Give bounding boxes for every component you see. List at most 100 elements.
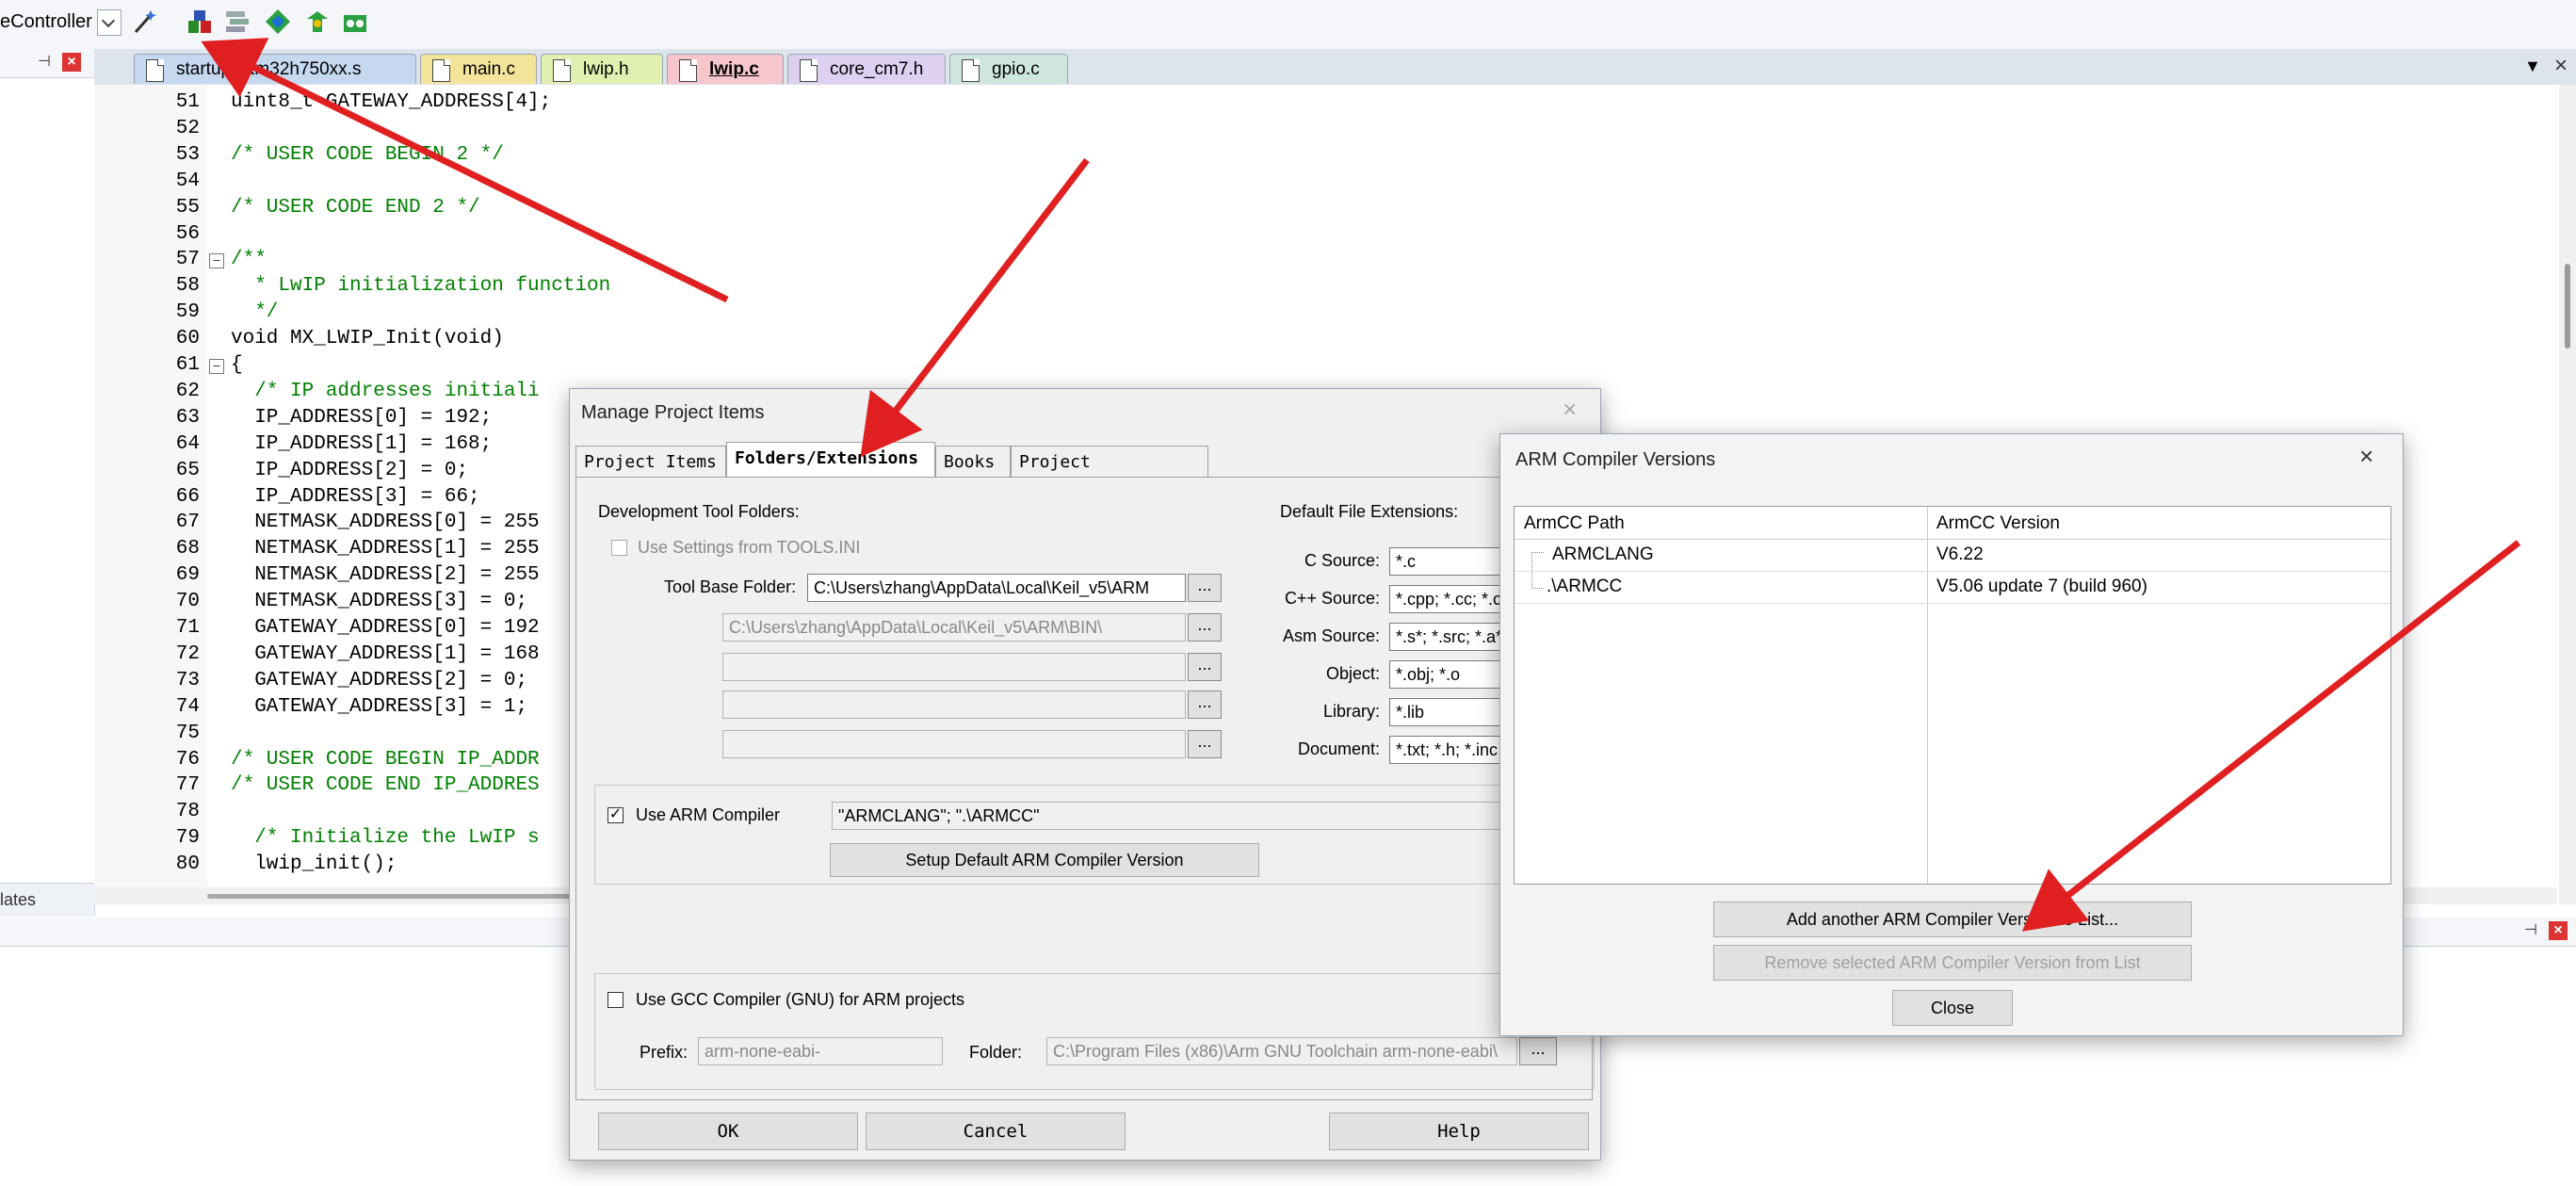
ext-label: C Source:: [1304, 551, 1380, 570]
close-icon[interactable]: ×: [62, 53, 81, 72]
close-button[interactable]: Close: [1892, 990, 2013, 1026]
close-tab-icon[interactable]: ×: [2554, 53, 2568, 79]
vertical-scrollbar[interactable]: [2559, 85, 2576, 904]
tab-file[interactable]: lwip.h: [541, 54, 663, 84]
fold-toggle-icon[interactable]: −: [209, 359, 224, 374]
use-arm-compiler-label: Use ARM Compiler: [636, 805, 781, 824]
code-line[interactable]: /**: [231, 249, 267, 270]
ext-label: Asm Source:: [1282, 626, 1380, 645]
project-target-select[interactable]: eController: [0, 11, 92, 33]
run-time-environment-icon[interactable]: [341, 8, 369, 36]
line-number: 67: [175, 512, 200, 534]
batch-setup-icon[interactable]: [223, 8, 251, 36]
use-settings-checkbox[interactable]: [611, 540, 627, 556]
code-line[interactable]: GATEWAY_ADDRESS[3] = 1;: [231, 696, 527, 718]
remove-arm-compiler-button[interactable]: Remove selected ARM Compiler Version fro…: [1713, 945, 2192, 981]
ok-button[interactable]: OK: [598, 1113, 858, 1150]
arm-compiler-value: "ARMCLANG"; ".\ARMCC": [832, 802, 1585, 830]
tab-file[interactable]: core_cm7.h: [787, 54, 946, 84]
prefix-input[interactable]: arm-none-eabi-: [698, 1037, 943, 1065]
pin-icon[interactable]: ⊣: [38, 55, 51, 70]
line-number: 69: [175, 564, 200, 587]
regfile-browse-button[interactable]: ...: [1188, 730, 1222, 758]
code-line[interactable]: */: [231, 301, 278, 323]
bin-input[interactable]: C:\Users\zhang\AppData\Local\Keil_v5\ARM…: [722, 613, 1186, 642]
tab-file[interactable]: lwip.c: [667, 54, 784, 84]
ext-label: Document:: [1297, 739, 1380, 758]
inc-browse-button[interactable]: ...: [1188, 653, 1222, 681]
help-button[interactable]: Help: [1329, 1113, 1589, 1150]
select-software-packs-icon[interactable]: [303, 8, 332, 36]
pack-installer-icon[interactable]: [264, 8, 292, 36]
table-row[interactable]: .\ARMCC V5.06 update 7 (build 960): [1515, 571, 2390, 604]
code-line[interactable]: GATEWAY_ADDRESS[1] = 168: [231, 643, 539, 665]
file-icon: [800, 59, 818, 82]
code-line[interactable]: GATEWAY_ADDRESS[0] = 192: [231, 617, 539, 639]
bin-browse-button[interactable]: ...: [1188, 613, 1222, 642]
tab-folders-extensions[interactable]: Folders/Extensions: [726, 442, 935, 478]
code-line[interactable]: /* USER CODE END 2 */: [231, 197, 480, 219]
panel-tab-label: lates: [0, 890, 37, 909]
code-line[interactable]: /* Initialize the LwIP s: [231, 827, 539, 849]
code-line[interactable]: void MX_LWIP_Init(void): [231, 328, 504, 349]
code-line[interactable]: NETMASK_ADDRESS[1] = 255: [231, 538, 539, 560]
code-line[interactable]: {: [231, 354, 243, 376]
use-gcc-checkbox[interactable]: [608, 992, 624, 1008]
vertical-scroll-thumb[interactable]: [2565, 264, 2570, 349]
close-icon[interactable]: ×: [2549, 921, 2568, 940]
line-number: 66: [175, 485, 200, 508]
code-line[interactable]: /* IP addresses initiali: [231, 381, 539, 402]
fold-toggle-icon[interactable]: −: [209, 253, 224, 269]
code-line[interactable]: NETMASK_ADDRESS[0] = 255: [231, 512, 539, 533]
line-number: 64: [175, 432, 200, 455]
panel-tab-templates[interactable]: lates: [0, 883, 94, 917]
code-line[interactable]: * LwIP initialization function: [231, 275, 610, 297]
code-line[interactable]: uint8_t GATEWAY_ADDRESS[4];: [231, 91, 551, 113]
line-number: 80: [175, 853, 200, 876]
lib-input[interactable]: [722, 690, 1186, 719]
tool-base-input[interactable]: C:\Users\zhang\AppData\Local\Keil_v5\ARM: [807, 574, 1186, 602]
code-line[interactable]: GATEWAY_ADDRESS[2] = 0;: [231, 670, 527, 691]
code-line[interactable]: /* USER CODE END IP_ADDRES: [231, 774, 540, 796]
magic-wand-icon[interactable]: [132, 8, 160, 36]
close-icon[interactable]: ×: [1563, 395, 1577, 424]
code-line[interactable]: NETMASK_ADDRESS[2] = 255: [231, 564, 539, 586]
line-number: 56: [175, 222, 200, 245]
tab-project-items[interactable]: Project Items: [575, 446, 726, 478]
project-panel-header: ⊣ ×: [0, 49, 94, 78]
tab-list-chevron-icon[interactable]: ▼: [2524, 57, 2541, 76]
tab-books[interactable]: Books: [935, 446, 1011, 478]
code-line[interactable]: lwip_init();: [231, 853, 397, 875]
use-arm-compiler-checkbox[interactable]: ✓: [608, 807, 624, 823]
chevron-down-icon[interactable]: [97, 9, 122, 36]
setup-default-arm-compiler-button[interactable]: Setup Default ARM Compiler Version: [830, 843, 1259, 877]
table-row[interactable]: ARMCLANG V6.22: [1515, 539, 2390, 572]
code-line[interactable]: IP_ADDRESS[0] = 192;: [231, 407, 492, 429]
close-icon[interactable]: ×: [2359, 442, 2373, 471]
gcc-folder-input[interactable]: C:\Program Files (x86)\Arm GNU Toolchain…: [1046, 1037, 1517, 1065]
add-arm-compiler-button[interactable]: Add another ARM Compiler Version to List…: [1713, 902, 2192, 937]
arm-compiler-versions-dialog: ARM Compiler Versions × ArmCC Path ArmCC…: [1499, 433, 2404, 1036]
lib-browse-button[interactable]: ...: [1188, 690, 1222, 719]
project-panel: ⊣ × lates: [0, 49, 95, 917]
manage-project-items-icon[interactable]: [186, 8, 214, 36]
compiler-versions-table: ArmCC Path ArmCC Version ARMCLANG V6.22 …: [1514, 506, 2391, 885]
ext-label: C++ Source:: [1284, 589, 1380, 608]
tab-file[interactable]: gpio.c: [949, 54, 1068, 84]
code-line[interactable]: IP_ADDRESS[2] = 0;: [231, 460, 468, 481]
gcc-folder-browse-button[interactable]: ...: [1519, 1037, 1557, 1065]
code-line[interactable]: IP_ADDRESS[3] = 66;: [231, 486, 479, 508]
pin-icon[interactable]: ⊣: [2524, 923, 2537, 938]
tab-file[interactable]: startup_stm32h750xx.s: [134, 54, 416, 84]
tool-base-browse-button[interactable]: ...: [1188, 574, 1222, 602]
code-line[interactable]: IP_ADDRESS[1] = 168;: [231, 433, 492, 455]
cancel-button[interactable]: Cancel: [866, 1113, 1126, 1150]
regfile-input[interactable]: [722, 730, 1186, 758]
tab-label: lwip.c: [709, 59, 759, 79]
code-line[interactable]: /* USER CODE BEGIN 2 */: [231, 144, 504, 166]
inc-input[interactable]: [722, 653, 1186, 681]
code-line[interactable]: NETMASK_ADDRESS[3] = 0;: [231, 591, 527, 612]
tab-project-info-layer[interactable]: Project Info/Layer: [1011, 446, 1208, 504]
tab-file[interactable]: main.c: [420, 54, 537, 84]
code-line[interactable]: /* USER CODE BEGIN IP_ADDR: [231, 749, 540, 771]
